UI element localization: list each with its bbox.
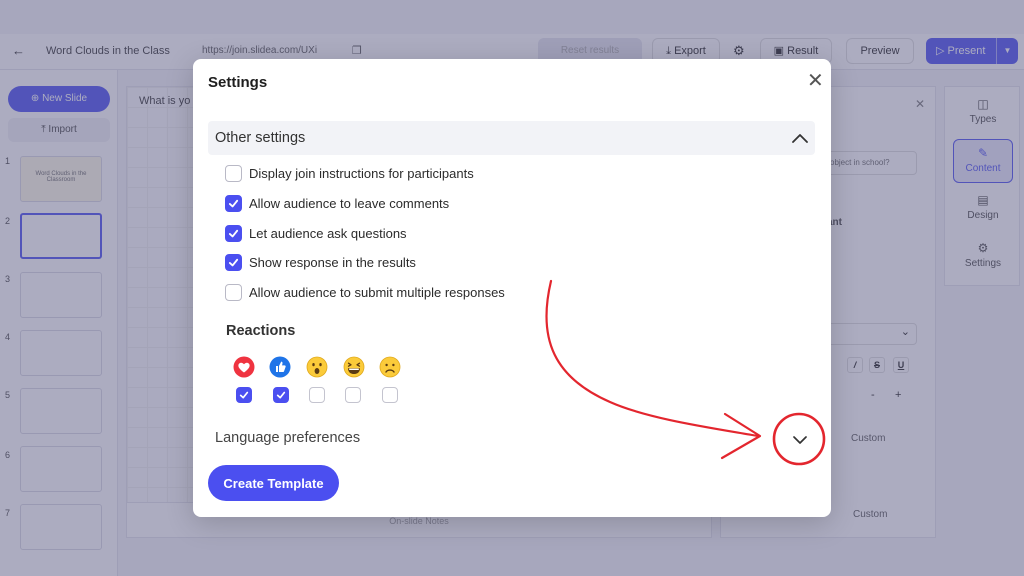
other-settings-header[interactable]: Other settings	[208, 121, 815, 155]
option-label: Allow audience to leave comments	[249, 195, 450, 211]
checkmark-icon	[228, 199, 239, 207]
dialog-title: Settings	[208, 74, 268, 91]
checkmark-icon	[228, 258, 239, 266]
surprised-face-icon	[306, 356, 328, 378]
thumbs-up-icon	[269, 356, 291, 378]
checkmark-icon	[239, 391, 249, 399]
checkbox[interactable]	[225, 164, 242, 182]
laughing-face-icon	[343, 356, 365, 378]
heart-icon	[233, 356, 255, 378]
create-template-button[interactable]: Create Template	[208, 465, 339, 501]
option-show-response[interactable]: Show response in the results	[225, 252, 416, 272]
chevron-up-icon[interactable]	[792, 132, 808, 144]
language-preferences-header[interactable]: Language preferences	[215, 430, 360, 446]
chevron-down-icon[interactable]	[793, 435, 807, 445]
checkmark-icon	[276, 391, 286, 399]
sad-face-icon	[379, 356, 401, 378]
checkbox[interactable]	[225, 253, 242, 271]
checkbox[interactable]	[225, 224, 242, 242]
checkmark-icon	[228, 229, 239, 237]
reaction-heart-checkbox[interactable]	[236, 387, 252, 403]
section-title: Other settings	[215, 130, 306, 146]
option-allow-comments[interactable]: Allow audience to leave comments	[225, 193, 449, 213]
reaction-surprised-checkbox[interactable]	[309, 387, 325, 403]
reaction-laughing-checkbox[interactable]	[345, 387, 361, 403]
reaction-thumbs-up-checkbox[interactable]	[273, 387, 289, 403]
reaction-sad-checkbox[interactable]	[382, 387, 398, 403]
option-label: Let audience ask questions	[249, 225, 407, 241]
checkbox[interactable]	[225, 283, 242, 301]
checkbox[interactable]	[225, 194, 242, 212]
option-label: Show response in the results	[249, 254, 416, 270]
option-label: Display join instructions for participan…	[249, 165, 474, 181]
option-ask-questions[interactable]: Let audience ask questions	[225, 223, 407, 243]
settings-dialog: Settings ✕ Other settings Display join i…	[193, 59, 831, 517]
option-multiple-responses[interactable]: Allow audience to submit multiple respon…	[225, 282, 505, 302]
option-display-join-instructions[interactable]: Display join instructions for participan…	[225, 163, 474, 183]
close-icon[interactable]: ✕	[807, 71, 824, 91]
reactions-title: Reactions	[226, 323, 296, 339]
option-label: Allow audience to submit multiple respon…	[249, 284, 505, 300]
